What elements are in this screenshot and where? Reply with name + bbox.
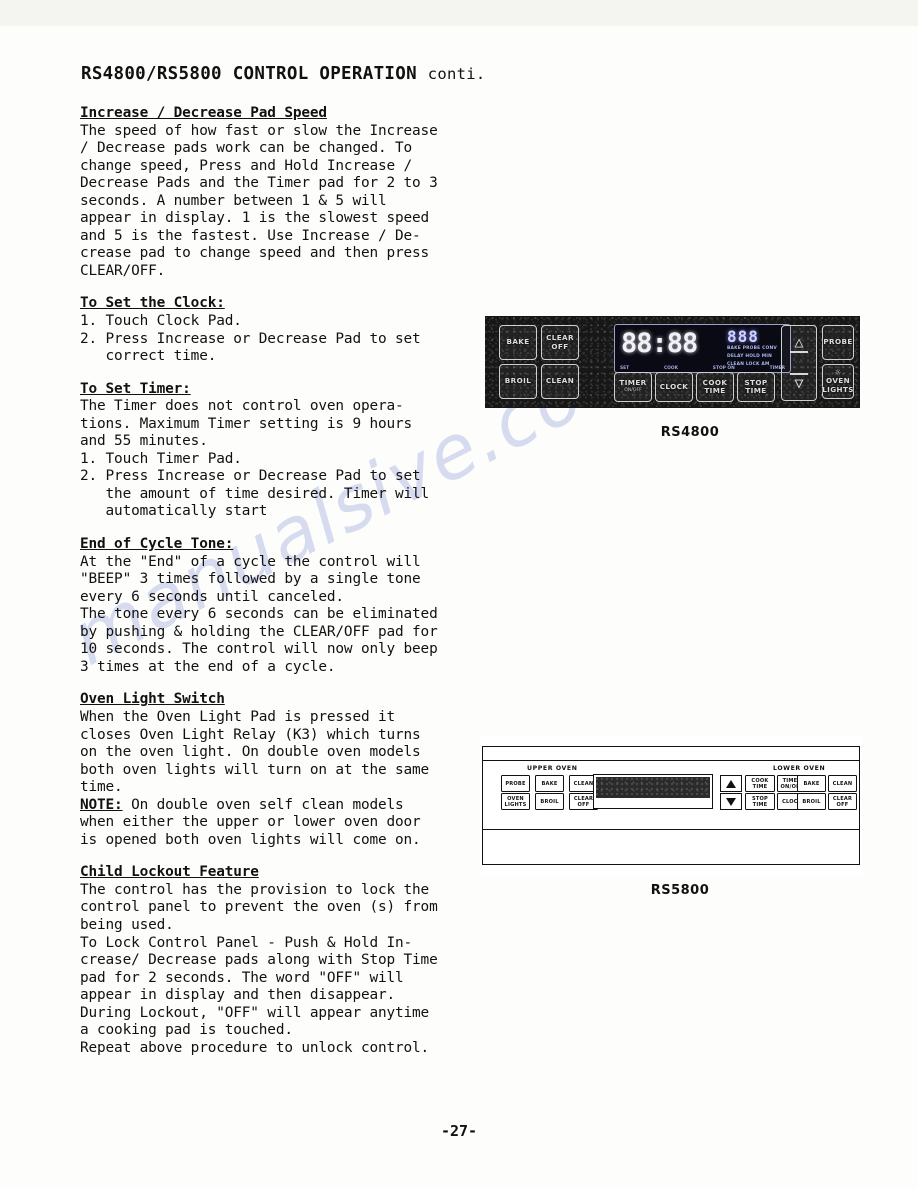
- rs5800-control-panel-diagram: UPPER OVEN LOWER OVEN PROBE BAKE CLEAN O…: [480, 735, 862, 875]
- pad-lower-clear-off[interactable]: CLEAR OFF: [828, 793, 857, 810]
- section-heading-end-of-cycle-tone: End of Cycle Tone:: [80, 536, 234, 553]
- pad-label: OVEN LIGHTS: [504, 795, 527, 808]
- pad-lower-bake[interactable]: BAKE: [797, 775, 826, 792]
- section-heading-child-lockout: Child Lockout Feature: [80, 864, 259, 881]
- page-title-continued: conti.: [427, 65, 486, 83]
- section-body-oven-light-switch: When the Oven Light Pad is pressed it cl…: [80, 708, 430, 796]
- pad-label: CLEAN: [832, 780, 853, 787]
- pad-label: BROIL: [504, 376, 532, 386]
- pad-cook-time[interactable]: COOK TIME: [745, 775, 775, 792]
- rs5800-caption: RS5800: [650, 883, 710, 898]
- pad-broil[interactable]: BROIL: [499, 364, 537, 399]
- pad-lower-clean[interactable]: CLEAN: [828, 775, 857, 792]
- pad-stop-time[interactable]: STOP TIME: [737, 372, 775, 402]
- section-heading-set-timer: To Set Timer:: [80, 380, 191, 397]
- body-column: Increase / Decrease Pad Speed The speed …: [80, 105, 468, 1057]
- section-heading-oven-light-switch: Oven Light Switch: [80, 691, 225, 708]
- pad-label: PROBE: [823, 337, 853, 347]
- pad-cook-time[interactable]: COOK TIME: [696, 372, 734, 402]
- pad-label: STOP TIME: [744, 377, 768, 395]
- section-heading-increase-decrease: Increase / Decrease Pad Speed: [80, 105, 327, 121]
- display-bottom-labels: SET COOK STOP ON TIMER: [620, 366, 785, 371]
- decrease-arrow-icon[interactable]: ▽: [790, 373, 808, 391]
- pad-label: CLEAR OFF: [832, 795, 853, 808]
- pad-label: PROBE: [505, 780, 526, 787]
- page-title-main: RS4800/RS5800 CONTROL OPERATION: [81, 64, 417, 84]
- section-heading-set-clock: To Set the Clock:: [80, 295, 225, 312]
- note-label: NOTE:: [80, 796, 123, 813]
- pad-stop-time[interactable]: STOP TIME: [745, 793, 775, 810]
- rs4800-digital-display: 88:88 888 BAKE PROBE CONV DELAY HOLD MIN…: [614, 324, 791, 373]
- pad-clean[interactable]: CLEAN: [541, 364, 579, 399]
- section-body-set-clock: 1. Touch Clock Pad. 2. Press Increase or…: [80, 313, 421, 365]
- pad-label: BAKE: [803, 780, 820, 787]
- pad-label: BROIL: [540, 798, 559, 805]
- rs4800-caption: RS4800: [660, 425, 720, 440]
- pad-upper-broil[interactable]: BROIL: [535, 793, 564, 810]
- pad-label: CLEAN: [545, 376, 575, 386]
- pad-clock[interactable]: CLOCK: [655, 372, 693, 402]
- pad-label: CLOCK: [659, 381, 689, 391]
- annunciator-row-2: DELAY HOLD MIN: [727, 354, 773, 359]
- increase-decrease-pad[interactable]: △ ▽: [781, 325, 817, 401]
- pad-label: BAKE: [506, 337, 530, 347]
- increase-arrow-pad[interactable]: [720, 775, 742, 792]
- lower-oven-label: LOWER OVEN: [773, 765, 826, 772]
- pad-label: OVEN LIGHTS: [822, 376, 854, 394]
- display-time: 88:88: [621, 328, 698, 359]
- scan-top-edge: [0, 0, 918, 26]
- document-page: manualsive.co RS4800/RS5800 CONTROL OPER…: [0, 0, 918, 1188]
- section-body-set-timer: The Timer does not control oven opera- t…: [80, 398, 430, 520]
- display-temperature: 888: [727, 327, 759, 346]
- pad-bake[interactable]: BAKE: [499, 325, 537, 360]
- increase-arrow-icon: [726, 779, 736, 788]
- pad-upper-bake[interactable]: BAKE: [535, 775, 564, 792]
- pad-label: STOP TIME: [751, 795, 768, 808]
- section-body-child-lockout: The control has the provision to lock th…: [80, 881, 438, 1056]
- rs5800-display: [593, 774, 713, 809]
- section-body-increase-decrease: The speed of how fast or slow the Increa…: [80, 122, 438, 279]
- annunciator-row-1: BAKE PROBE CONV: [727, 346, 777, 351]
- pad-lower-broil[interactable]: BROIL: [797, 793, 826, 810]
- pad-label: CLEAN: [573, 780, 594, 787]
- pad-label: BAKE: [541, 780, 558, 787]
- pad-oven-lights[interactable]: OVEN LIGHTS: [501, 793, 530, 810]
- pad-timer[interactable]: TIMER ON/OFF: [614, 372, 652, 402]
- pad-label: BROIL: [802, 798, 821, 805]
- pad-probe[interactable]: PROBE: [822, 325, 854, 360]
- pad-sublabel: ON/OFF: [624, 388, 642, 393]
- display-glass: [596, 777, 710, 798]
- pad-label: CLEAR OFF: [546, 333, 574, 351]
- section-body-end-of-cycle-tone: At the "End" of a cycle the control will…: [80, 553, 438, 675]
- pad-probe[interactable]: PROBE: [501, 775, 530, 792]
- increase-arrow-icon[interactable]: △: [790, 335, 808, 353]
- section-body-oven-light-note: On double oven self clean models when ei…: [80, 796, 421, 848]
- decrease-arrow-pad[interactable]: [720, 793, 742, 810]
- pad-label: COOK TIME: [751, 777, 769, 790]
- pad-clear-off[interactable]: CLEAR OFF: [541, 325, 579, 360]
- decrease-arrow-icon: [726, 797, 736, 806]
- pad-label: TIMER: [619, 377, 647, 387]
- pad-label: COOK TIME: [702, 377, 728, 395]
- page-number: -27-: [440, 1122, 478, 1140]
- upper-oven-label: UPPER OVEN: [527, 765, 578, 772]
- page-title: RS4800/RS5800 CONTROL OPERATION conti.: [81, 64, 486, 84]
- panel-outline: UPPER OVEN LOWER OVEN PROBE BAKE CLEAN O…: [482, 746, 860, 865]
- pad-oven-lights[interactable]: ☼ OVEN LIGHTS: [822, 364, 854, 399]
- rs4800-control-panel-photo: BAKE CLEAR OFF BROIL CLEAN 88:88 888 BAK…: [485, 316, 860, 408]
